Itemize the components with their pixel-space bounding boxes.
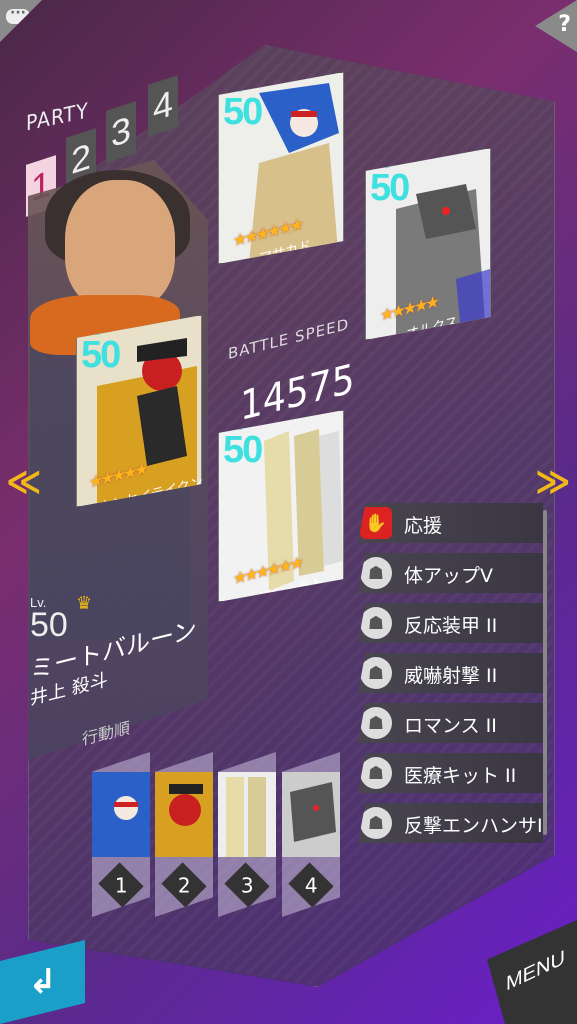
skill-row-3[interactable]: ☗ 反応装甲 II <box>358 603 543 643</box>
party-tab-3[interactable]: 3 <box>106 101 136 163</box>
skill-row-support[interactable]: ✋ 応援 <box>358 503 543 543</box>
order-slot-3[interactable]: 3 <box>218 752 276 917</box>
order-slot-2-art <box>155 772 213 857</box>
chat-button[interactable]: ··· <box>0 0 42 42</box>
next-party-arrow[interactable]: ≫ <box>535 462 571 502</box>
skill-row-6[interactable]: ☗ 医療キット II <box>358 753 543 793</box>
skill-figure-icon: ☗ <box>360 707 392 739</box>
order-slot-4-art <box>282 772 340 857</box>
order-number: 4 <box>288 862 334 908</box>
skills-scrollbar[interactable] <box>543 510 547 835</box>
demon-card-asherat[interactable]: Lv. 50 ★★★★★★ アシェラト <box>218 410 344 602</box>
crown-icon: ♛ <box>76 593 93 614</box>
help-button[interactable]: ? <box>535 0 577 52</box>
skill-figure-icon: ☗ <box>360 557 392 589</box>
demon-card-orcus[interactable]: Lv. 50 ★★★★★ オルクス <box>365 148 491 340</box>
order-slot-1[interactable]: 1 <box>92 752 150 917</box>
skill-figure-icon: ☗ <box>360 657 392 689</box>
skill-row-5[interactable]: ☗ ロマンス II <box>358 703 543 743</box>
skill-figure-icon: ☗ <box>360 607 392 639</box>
skill-figure-icon: ☗ <box>360 807 392 839</box>
order-number: 3 <box>224 862 270 908</box>
order-slot-2[interactable]: 2 <box>155 752 213 917</box>
menu-button[interactable]: MENU <box>487 920 577 1024</box>
back-button[interactable]: ↲ <box>0 940 85 1024</box>
help-icon: ? <box>558 12 571 37</box>
order-number: 2 <box>161 862 207 908</box>
heart-hand-icon: ✋ <box>360 507 392 539</box>
order-slot-4[interactable]: 4 <box>282 752 340 917</box>
skill-figure-icon: ☗ <box>360 757 392 789</box>
prev-party-arrow[interactable]: ≪ <box>6 462 42 502</box>
order-slot-1-art <box>92 772 150 857</box>
party-label: PARTY <box>26 98 89 136</box>
order-slot-3-art <box>218 772 276 857</box>
demon-card-kanseiteikun[interactable]: Lv. 50 ★★★★★ カンセイテイクン <box>76 315 202 507</box>
leader-level: Lv. 50 <box>30 595 68 644</box>
demon-card-masakado[interactable]: Lv. 50 ★★★★★★ マサカド <box>218 72 344 264</box>
return-arrow-icon: ↲ <box>28 962 57 1002</box>
skill-row-7[interactable]: ☗ 反撃エンハンサIII <box>358 803 543 843</box>
order-number: 1 <box>98 862 144 908</box>
leader-face-art <box>65 180 175 310</box>
chat-bubble-icon: ··· <box>6 6 30 24</box>
skill-row-2[interactable]: ☗ 体アップV <box>358 553 543 593</box>
party-tab-4[interactable]: 4 <box>148 75 178 137</box>
skill-row-4[interactable]: ☗ 威嚇射撃 II <box>358 653 543 693</box>
